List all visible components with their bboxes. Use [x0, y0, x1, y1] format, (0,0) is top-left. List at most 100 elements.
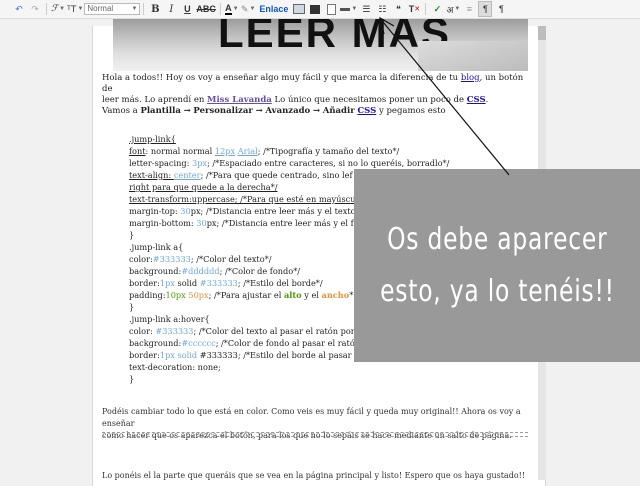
link-button[interactable]: Enlace — [257, 1, 290, 17]
arrow-glyph: → — [183, 106, 191, 116]
code-text: color: — [129, 326, 156, 336]
css-link-2[interactable]: CSS — [357, 106, 376, 116]
pilcrow-rtl-button[interactable]: ¶ — [494, 1, 508, 17]
code-value: 30 — [180, 206, 191, 216]
miss-lavanda-link[interactable]: Miss Lavanda — [207, 95, 272, 105]
code-value: #333333 — [152, 254, 191, 264]
toolbar-separator — [425, 3, 427, 15]
insert-video-icon[interactable] — [308, 1, 322, 17]
code-text: solid — [174, 278, 200, 288]
code-line: font: normal normal 12px Arial; /*Tipogr… — [129, 145, 529, 157]
font-size-button[interactable]: ᵀT ▼ — [67, 1, 83, 17]
code-text: } — [129, 302, 135, 312]
code-text: y el — [301, 290, 322, 300]
code-value: 3px — [191, 158, 208, 168]
intro-text: y pegamos esto — [376, 106, 446, 116]
code-value: Arial — [237, 146, 258, 156]
code-value: 12px — [214, 146, 236, 156]
code-text: background: — [129, 266, 182, 276]
code-text: px; /*Distancia entre leer más y el f — [206, 218, 354, 228]
spellcheck-icon[interactable]: ✓ — [430, 1, 444, 17]
step-anadir: Añadir — [322, 106, 355, 116]
code-line: text-decoration: none; — [129, 361, 529, 373]
strikethrough-button[interactable]: ABC — [196, 1, 216, 17]
code-text: margin-top: — [129, 206, 181, 216]
intro-text: Hola a todos!! Hoy os voy a enseñar algo… — [102, 73, 461, 83]
intro-text: Lo único que necesitamos poner un poco d… — [271, 95, 467, 105]
code-text: text-transform:uppercase; /*Para que est… — [129, 194, 356, 204]
italic-button[interactable]: I — [164, 1, 178, 17]
font-family-button[interactable]: ℱ ▼ — [51, 1, 65, 17]
code-text: color: — [129, 254, 153, 264]
intro-paragraph: Hola a todos!! Hoy os voy a enseñar algo… — [102, 73, 532, 117]
code-value: #333333 — [199, 278, 238, 288]
toolbar-separator — [46, 3, 47, 15]
format-select[interactable]: Normal ▼ — [84, 3, 141, 15]
step-plantilla: Plantilla — [140, 106, 181, 116]
code-value: ancho — [321, 290, 350, 300]
jump-break-line — [102, 436, 528, 437]
code-text: margin-bottom: — [129, 218, 197, 228]
editor-toolbar: ↶ ↷ ℱ ▼ ᵀT ▼ Normal ▼ B I U ABC A ▼ ✎ ▼ Enlac… — [0, 0, 640, 19]
numbered-list-icon[interactable]: ☰ — [359, 1, 373, 17]
transliteration-button[interactable]: अ ▼ — [446, 1, 460, 17]
underline-button[interactable]: U — [180, 1, 194, 17]
intro-text: leer más. Lo aprendí en — [102, 95, 208, 105]
code-text: ; /*Color del texto*/ — [190, 254, 272, 264]
bulleted-list-icon[interactable]: ☷ — [375, 1, 389, 17]
text-color-button[interactable]: A ▼ — [225, 1, 239, 17]
annotation-callout: Os debe aparecer esto, ya lo tenéis!! — [354, 169, 640, 362]
transliteration-label: अ — [446, 4, 454, 15]
code-text: ; /*Para ajustar el — [208, 290, 284, 300]
code-text: ; /*Color de fondo al pasar el ratón — [215, 338, 361, 348]
code-text: } — [129, 230, 135, 240]
code-text: } — [129, 374, 135, 384]
code-line: .jump-link{ — [129, 133, 529, 145]
code-text: ; /*Para que quede centrado, sino lef — [200, 170, 353, 180]
clear-formatting-icon[interactable]: T ✕ — [407, 1, 421, 17]
blog-link[interactable]: blog — [461, 73, 480, 83]
code-text: right para que quede a la derecha*/ — [129, 182, 278, 192]
final-paragraph: Lo ponéis el la parte que queráis que se… — [102, 470, 532, 482]
code-text: ; /*Color del texto al pasar el ratón po… — [193, 326, 355, 336]
pilcrow-label: ¶ — [482, 4, 488, 14]
code-line: letter-spacing: 3px; /*Espaciado entre c… — [129, 157, 529, 169]
intro-text: . — [485, 95, 489, 105]
intro-line-2: leer más. Lo aprendí en Miss Lavanda Lo … — [102, 95, 532, 106]
pilcrow-rtl-label: ¶ — [498, 4, 504, 14]
code-value: alto — [283, 290, 302, 300]
code-text: ; /*Estilo del borde*/ — [237, 278, 323, 288]
code-text: ; /*Tipografía y tamaño del texto*/ — [257, 146, 400, 156]
arrow-glyph: → — [312, 106, 321, 116]
code-line: } — [129, 373, 529, 385]
code-value: #cccccc — [181, 338, 216, 348]
step-avanzado: Avanzado — [265, 106, 311, 116]
code-text: #333333; /*Estilo del borde al pasar — [197, 350, 352, 360]
quote-icon[interactable]: ❝ — [391, 1, 405, 17]
bold-button[interactable]: B — [148, 1, 162, 17]
banner-laptop-image — [418, 41, 528, 71]
pilcrow-ltr-button[interactable]: ¶ — [478, 1, 493, 17]
jump-break-icon[interactable] — [324, 1, 338, 17]
arrow-glyph: → — [255, 106, 263, 116]
code-value: #dddddd — [181, 266, 220, 276]
code-text: .jump-link a{ — [129, 242, 184, 252]
intro-line-1: Hola a todos!! Hoy os voy a enseñar algo… — [102, 73, 532, 95]
code-text: ; /*Espaciado entre caracteres, si no lo… — [207, 158, 450, 168]
code-text: ; /*Color de fondo*/ — [219, 266, 301, 276]
code-value: center — [173, 170, 201, 180]
align-icon[interactable]: ▼ — [340, 1, 357, 17]
undo-icon[interactable]: ↶ — [12, 1, 26, 17]
annotation-line-2: esto, ya lo tenéis!! — [379, 273, 615, 309]
code-value: #333333 — [155, 326, 194, 336]
ltr-icon[interactable]: ≡ — [462, 1, 476, 17]
redo-icon[interactable]: ↷ — [28, 1, 42, 17]
intro-line-3: Vamos a Plantilla → Personalizar → Avanz… — [102, 106, 532, 117]
css-link[interactable]: CSS — [467, 95, 486, 105]
insert-image-icon[interactable] — [292, 1, 306, 17]
code-text: text-align: — [129, 170, 174, 180]
outro-line-1: Podéis cambiar todo lo que está en color… — [102, 407, 521, 428]
highlight-icon[interactable]: ✎ ▼ — [241, 1, 256, 17]
code-text: px; /*Distancia entre leer más y el text… — [190, 206, 356, 216]
scrollbar-thumb[interactable] — [538, 26, 546, 40]
